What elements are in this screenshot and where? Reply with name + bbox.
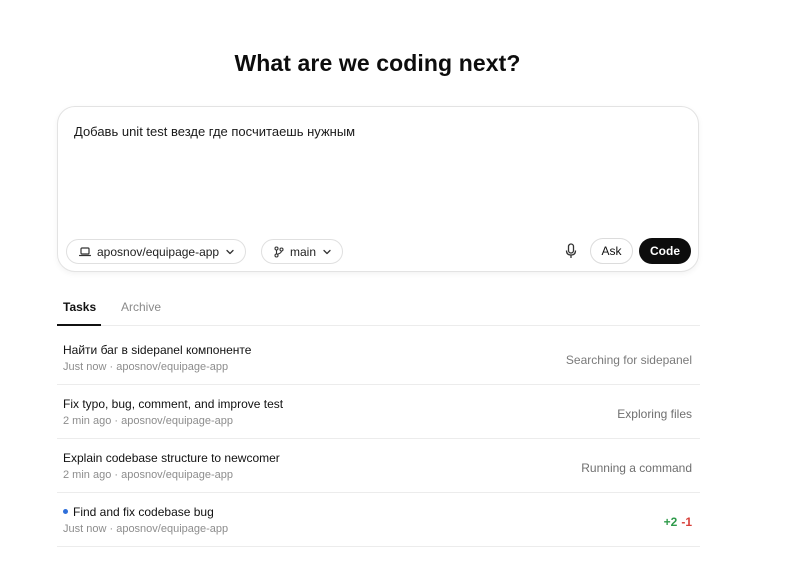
prompt-input[interactable]: Добавь unit test везде где посчитаешь ну… [74,124,355,139]
task-status: Searching for sidepanel [565,353,692,367]
code-button[interactable]: Code [639,238,691,264]
branch-selector-label: main [290,244,317,259]
chevron-down-icon [322,247,332,257]
ask-button[interactable]: Ask [590,238,633,264]
task-meta: Just now · aposnov/equipage-app [63,523,229,535]
task-row[interactable]: Explain codebase structure to newcomer 2… [57,439,700,493]
repo-selector[interactable]: aposnov/equipage-app [66,239,247,264]
microphone-icon[interactable] [562,240,580,262]
task-row[interactable]: Find and fix codebase bug Just now · apo… [57,493,700,547]
prompt-composer: Добавь unit test везде где посчитаешь ну… [57,106,699,272]
tab-archive[interactable]: Archive [121,300,161,314]
repo-selector-label: aposnov/equipage-app [97,244,220,259]
task-meta: 2 min ago · aposnov/equipage-app [63,469,234,481]
task-title: Fix typo, bug, comment, and improve test [63,397,284,411]
unread-dot [63,509,68,514]
chevron-down-icon [225,247,235,257]
active-tab-indicator [57,324,101,326]
diff-stats: +2 -1 [664,515,692,529]
task-tabs: Tasks Archive [57,296,700,326]
task-time: 2 min ago [63,415,112,427]
branch-selector[interactable]: main [261,239,344,264]
laptop-icon [79,246,91,257]
task-repo: aposnov/equipage-app [116,523,229,535]
task-row[interactable]: Найти баг в sidepanel компоненте Just no… [57,331,700,385]
task-time: 2 min ago [63,469,112,481]
diff-additions: +2 [663,515,678,529]
task-title: Find and fix codebase bug [73,505,214,519]
task-meta: Just now · aposnov/equipage-app [63,361,229,373]
task-status: Exploring files [617,407,692,421]
task-time: Just now [63,361,107,373]
task-title: Explain codebase structure to newcomer [63,451,280,465]
task-time: Just now [63,523,107,535]
task-meta: 2 min ago · aposnov/equipage-app [63,415,234,427]
task-repo: aposnov/equipage-app [121,469,234,481]
task-repo: aposnov/equipage-app [121,415,234,427]
git-branch-icon [274,245,284,258]
task-title: Найти баг в sidepanel компоненте [63,343,252,357]
task-repo: aposnov/equipage-app [116,361,229,373]
tab-tasks[interactable]: Tasks [63,300,96,314]
diff-deletions: -1 [681,515,692,529]
page-title: What are we coding next? [234,50,521,76]
task-row[interactable]: Fix typo, bug, comment, and improve test… [57,385,700,439]
task-status: Running a command [581,461,692,475]
